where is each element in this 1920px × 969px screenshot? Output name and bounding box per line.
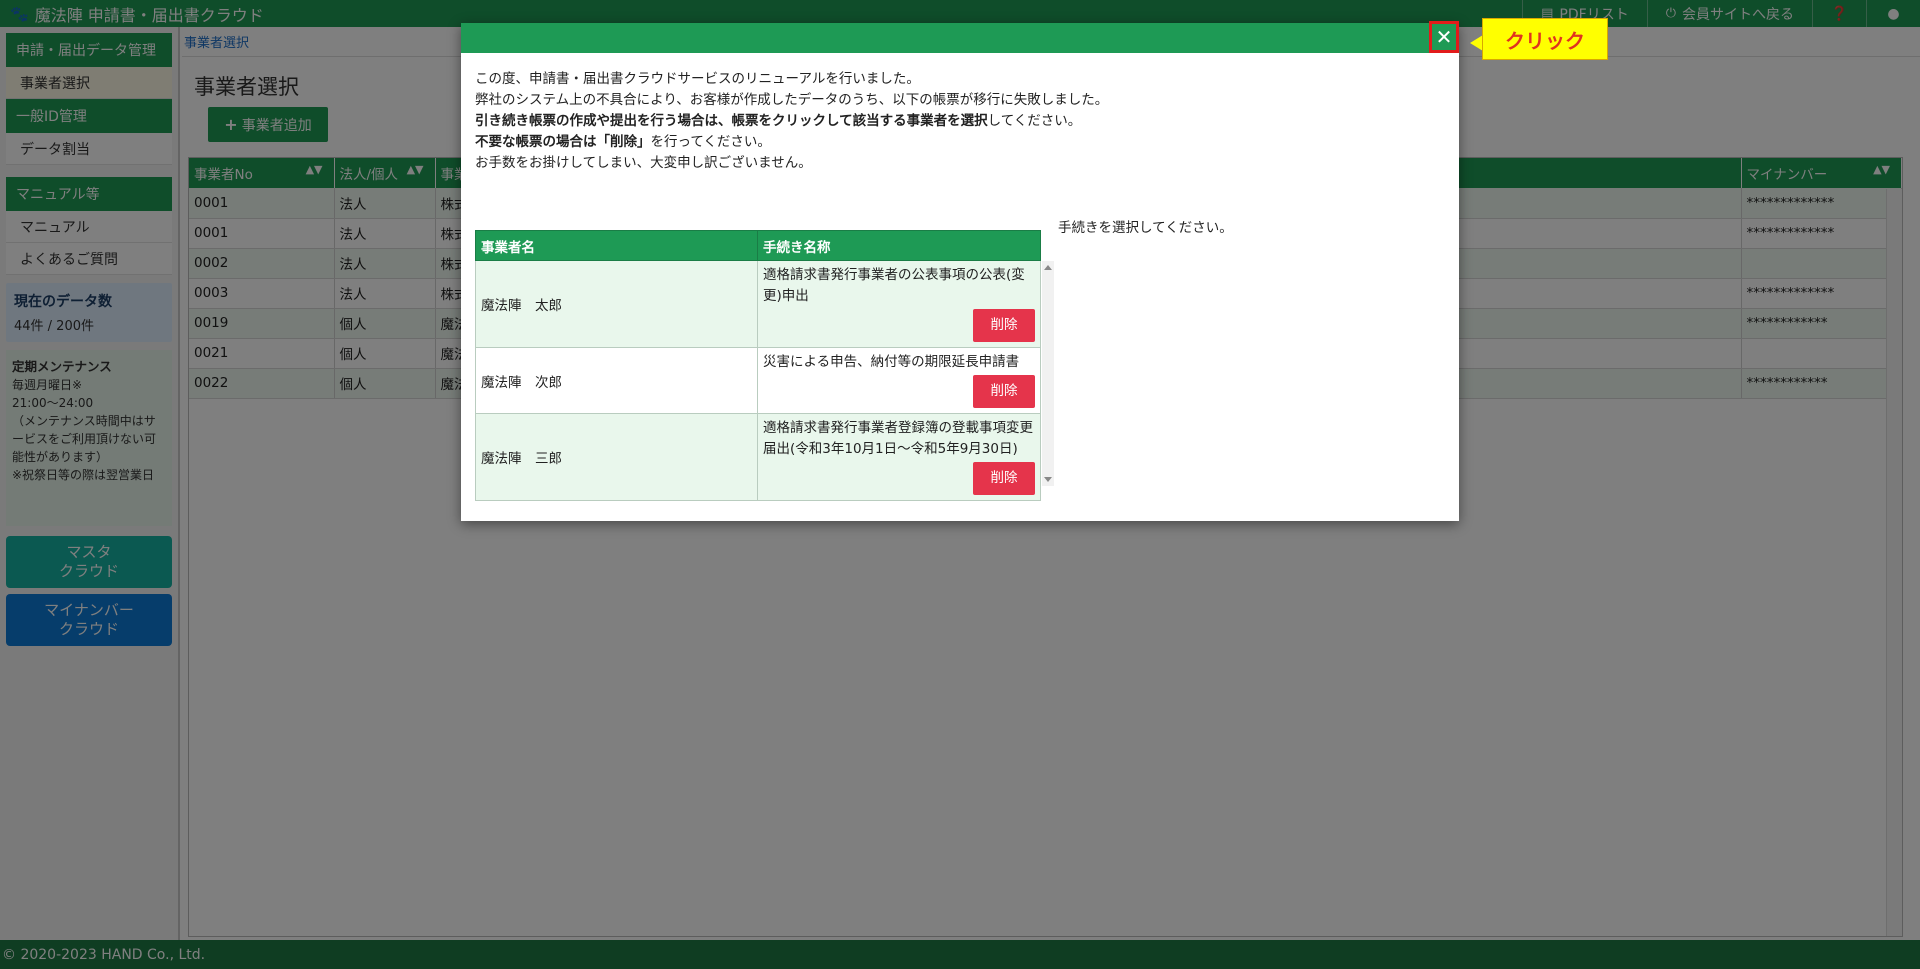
column-header-business-name: 事業者名 <box>475 230 758 261</box>
delete-button[interactable]: 削除 <box>973 375 1035 408</box>
business-name-cell: 魔法陣 太郎 <box>475 260 758 348</box>
delete-button[interactable]: 削除 <box>973 309 1035 342</box>
procedure-cell[interactable]: 適格請求書発行事業者の公表事項の公表(変更)申出 削除 <box>757 260 1041 348</box>
scroll-down-icon[interactable] <box>1044 477 1052 482</box>
message-line-4: 不要な帳票の場合は「削除」を行ってください。 <box>475 134 771 150</box>
procedure-name: 適格請求書発行事業者登録簿の登載事項変更届出(令和3年10月1日～令和5年9月3… <box>763 420 1033 457</box>
message-line-2: 弊社のシステム上の不具合により、お客様が作成したデータのうち、以下の帳票が移行に… <box>475 92 1109 108</box>
delete-button[interactable]: 削除 <box>973 462 1035 495</box>
table-row[interactable]: 魔法陣 三郎 適格請求書発行事業者登録簿の登載事項変更届出(令和3年10月1日～… <box>475 413 1041 501</box>
migration-failure-dialog: ✕ この度、申請書・届出書クラウドサービスのリニューアルを行いました。 弊社のシ… <box>461 21 1459 521</box>
business-name-cell: 魔法陣 三郎 <box>475 413 758 501</box>
forms-table-scrollbar[interactable] <box>1042 261 1054 486</box>
procedure-cell[interactable]: 適格請求書発行事業者登録簿の登載事項変更届出(令和3年10月1日～令和5年9月3… <box>757 413 1041 501</box>
close-icon: ✕ <box>1435 25 1453 49</box>
choose-procedure-message: 手続きを選択してください。 <box>1058 220 1233 236</box>
message-line-1: この度、申請書・届出書クラウドサービスのリニューアルを行いました。 <box>475 71 920 87</box>
click-callout: クリック <box>1482 18 1608 60</box>
procedure-cell[interactable]: 災害による申告、納付等の期限延長申請書 削除 <box>757 347 1041 414</box>
message-line-5: お手数をお掛けしてしまい、大変申し訳ございません。 <box>475 155 812 171</box>
message-line-3: 引き続き帳票の作成や提出を行う場合は、帳票をクリックして該当する事業者を選択して… <box>475 113 1082 129</box>
table-row[interactable]: 魔法陣 太郎 適格請求書発行事業者の公表事項の公表(変更)申出 削除 <box>475 260 1041 348</box>
failed-forms-table: 事業者名 手続き名称 魔法陣 太郎 適格請求書発行事業者の公表事項の公表(変更)… <box>475 230 1041 501</box>
dialog-message: この度、申請書・届出書クラウドサービスのリニューアルを行いました。 弊社のシステ… <box>461 53 1459 190</box>
dialog-header: ✕ <box>461 21 1459 53</box>
business-name-cell: 魔法陣 次郎 <box>475 347 758 414</box>
scroll-up-icon[interactable] <box>1044 265 1052 270</box>
table-row[interactable]: 魔法陣 次郎 災害による申告、納付等の期限延長申請書 削除 <box>475 347 1041 414</box>
procedure-name: 適格請求書発行事業者の公表事項の公表(変更)申出 <box>763 267 1025 304</box>
column-header-procedure: 手続き名称 <box>757 230 1041 261</box>
procedure-name: 災害による申告、納付等の期限延長申請書 <box>763 354 1020 370</box>
close-button[interactable]: ✕ <box>1429 21 1459 53</box>
